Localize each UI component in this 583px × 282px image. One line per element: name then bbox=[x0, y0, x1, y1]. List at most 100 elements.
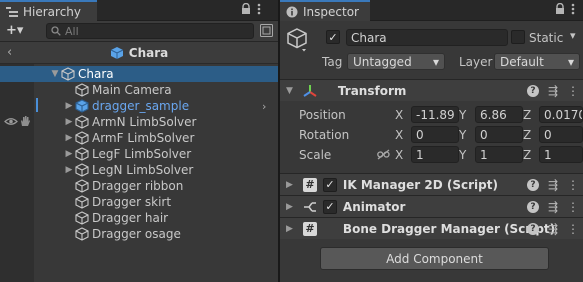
menu-icon[interactable]: ⋮ bbox=[567, 84, 579, 98]
chevron-down-icon: ▾ bbox=[432, 54, 439, 69]
hierarchy-row[interactable]: Dragger skirt bbox=[0, 194, 278, 210]
fold-closed-icon[interactable]: ▶ bbox=[64, 149, 74, 159]
menu-icon[interactable] bbox=[571, 3, 575, 15]
layer-dropdown[interactable]: Default ▾ bbox=[494, 53, 580, 70]
rotation-x-field[interactable]: 0 bbox=[411, 126, 459, 143]
position-x-axis-label[interactable]: X bbox=[395, 108, 403, 122]
rotation-x-axis-label[interactable]: X bbox=[395, 128, 403, 142]
hierarchy-row[interactable]: Dragger hair bbox=[0, 210, 278, 226]
prefab-cube-icon bbox=[74, 99, 92, 113]
prefab-cube-icon bbox=[110, 46, 124, 60]
hierarchy-panel: Hierarchy +▾ All ‹ Chara ▼ Chara Main Ca… bbox=[0, 0, 278, 282]
script-icon: # bbox=[302, 221, 317, 236]
lock-icon[interactable] bbox=[241, 3, 251, 15]
question-icon[interactable]: ? bbox=[526, 201, 539, 213]
tab-inspector[interactable]: Inspector bbox=[280, 0, 370, 21]
hierarchy-row-label: dragger_sample bbox=[92, 99, 190, 113]
static-dropdown-arrow[interactable]: ▾ bbox=[570, 29, 576, 42]
scale-y-field[interactable]: 1 bbox=[475, 146, 523, 163]
object-name-field[interactable]: Chara bbox=[346, 29, 508, 46]
scale-label: Scale bbox=[299, 148, 332, 162]
menu-icon[interactable]: ⋮ bbox=[567, 178, 579, 192]
tab-hierarchy[interactable]: Hierarchy bbox=[0, 0, 97, 21]
hierarchy-row[interactable]: ▶ dragger_sample bbox=[0, 98, 278, 114]
scale-x-field[interactable]: 1 bbox=[411, 146, 459, 163]
position-label: Position bbox=[299, 108, 346, 122]
position-z-field[interactable]: 0.0170 bbox=[539, 106, 583, 123]
scale-y-axis-label[interactable]: Y bbox=[459, 148, 466, 162]
search-field[interactable]: All bbox=[46, 23, 254, 39]
hierarchy-row[interactable]: Dragger ribbon bbox=[0, 178, 278, 194]
fold-closed-icon[interactable]: ▶ bbox=[286, 180, 293, 190]
hierarchy-row-selected[interactable]: ▼ Chara bbox=[0, 66, 278, 82]
hierarchy-row[interactable]: Main Camera bbox=[0, 82, 278, 98]
add-component-button[interactable]: Add Component bbox=[320, 247, 549, 270]
component-name: Bone Dragger Manager (Script) bbox=[342, 221, 556, 236]
fold-closed-icon[interactable]: ▶ bbox=[64, 101, 74, 111]
question-icon[interactable]: ? bbox=[526, 223, 539, 235]
lock-icon[interactable] bbox=[555, 3, 565, 15]
component-enabled-checkbox[interactable]: ✓ bbox=[322, 199, 337, 214]
hierarchy-row-label: Dragger osage bbox=[92, 227, 181, 241]
scale-z-axis-label[interactable]: Z bbox=[523, 148, 531, 162]
fold-closed-icon[interactable]: ▶ bbox=[286, 224, 293, 234]
rotation-z-axis-label[interactable]: Z bbox=[523, 128, 531, 142]
position-x-field[interactable]: -11.89 bbox=[411, 106, 459, 123]
position-y-field[interactable]: 6.86 bbox=[475, 106, 523, 123]
hierarchy-row-label: Chara bbox=[78, 67, 114, 81]
tag-dropdown[interactable]: Untagged ▾ bbox=[347, 53, 445, 70]
static-checkbox[interactable] bbox=[511, 30, 525, 44]
hierarchy-row-label: Dragger skirt bbox=[92, 195, 172, 209]
tag-label: Tag bbox=[322, 55, 343, 69]
hierarchy-row[interactable]: ▶ ArmF LimbSolver bbox=[0, 130, 278, 146]
preset-icon[interactable]: ⇶ bbox=[548, 200, 558, 214]
component-enabled-checkbox[interactable]: ✓ bbox=[322, 177, 337, 192]
scale-x-axis-label[interactable]: X bbox=[395, 148, 403, 162]
fold-open-icon[interactable]: ▼ bbox=[286, 86, 293, 96]
rotation-z-field[interactable]: 0 bbox=[539, 126, 583, 143]
hierarchy-row[interactable]: Dragger osage bbox=[0, 226, 278, 242]
fold-closed-icon[interactable]: ▶ bbox=[64, 165, 74, 175]
question-icon[interactable]: ? bbox=[526, 85, 539, 97]
menu-icon[interactable]: ⋮ bbox=[567, 200, 579, 214]
fold-closed-icon[interactable]: ▶ bbox=[64, 133, 74, 143]
hierarchy-row-label: LegN LimbSolver bbox=[92, 163, 194, 177]
add-object-button[interactable]: +▾ bbox=[6, 23, 23, 38]
position-y-axis-label[interactable]: Y bbox=[459, 108, 466, 122]
tab-inspector-label: Inspector bbox=[303, 4, 359, 19]
transform-icon bbox=[303, 84, 317, 98]
hierarchy-row[interactable]: ▶ LegN LimbSolver bbox=[0, 162, 278, 178]
preset-icon[interactable]: ⇶ bbox=[548, 222, 558, 236]
hierarchy-row-label: Dragger hair bbox=[92, 211, 169, 225]
cube-icon bbox=[74, 163, 92, 177]
rotation-y-field[interactable]: 0 bbox=[475, 126, 523, 143]
link-scale-icon[interactable] bbox=[377, 149, 390, 160]
rotation-y-axis-label[interactable]: Y bbox=[459, 128, 466, 142]
preset-icon[interactable]: ⇶ bbox=[548, 84, 558, 98]
preset-icon[interactable]: ⇶ bbox=[548, 178, 558, 192]
hierarchy-row-label: ArmF LimbSolver bbox=[92, 131, 195, 145]
transform-title: Transform bbox=[337, 83, 407, 98]
fold-open-icon[interactable]: ▼ bbox=[50, 69, 60, 79]
gameobject-cube-icon[interactable] bbox=[287, 28, 309, 52]
scale-z-field[interactable]: 1 bbox=[539, 146, 583, 163]
cube-icon bbox=[74, 131, 92, 145]
rotation-label: Rotation bbox=[299, 128, 350, 142]
component-name: Animator bbox=[342, 199, 406, 214]
fold-closed-icon[interactable]: ▶ bbox=[64, 117, 74, 127]
scene-header: ‹ Chara bbox=[0, 42, 278, 64]
hierarchy-row[interactable]: ▶ ArmN LimbSolver bbox=[0, 114, 278, 130]
menu-icon[interactable] bbox=[257, 3, 261, 15]
hierarchy-row-label: Dragger ribbon bbox=[92, 179, 184, 193]
hierarchy-row[interactable]: ▶ LegF LimbSolver bbox=[0, 146, 278, 162]
menu-icon[interactable]: ⋮ bbox=[567, 222, 579, 236]
open-prefab-arrow-icon[interactable]: › bbox=[262, 100, 266, 113]
scene-filter-icon[interactable] bbox=[260, 24, 273, 37]
position-z-axis-label[interactable]: Z bbox=[523, 108, 531, 122]
active-checkbox[interactable]: ✓ bbox=[326, 30, 340, 44]
cube-icon bbox=[60, 67, 78, 81]
cube-icon bbox=[74, 211, 92, 225]
question-icon[interactable]: ? bbox=[526, 179, 539, 191]
fold-closed-icon[interactable]: ▶ bbox=[286, 202, 293, 212]
